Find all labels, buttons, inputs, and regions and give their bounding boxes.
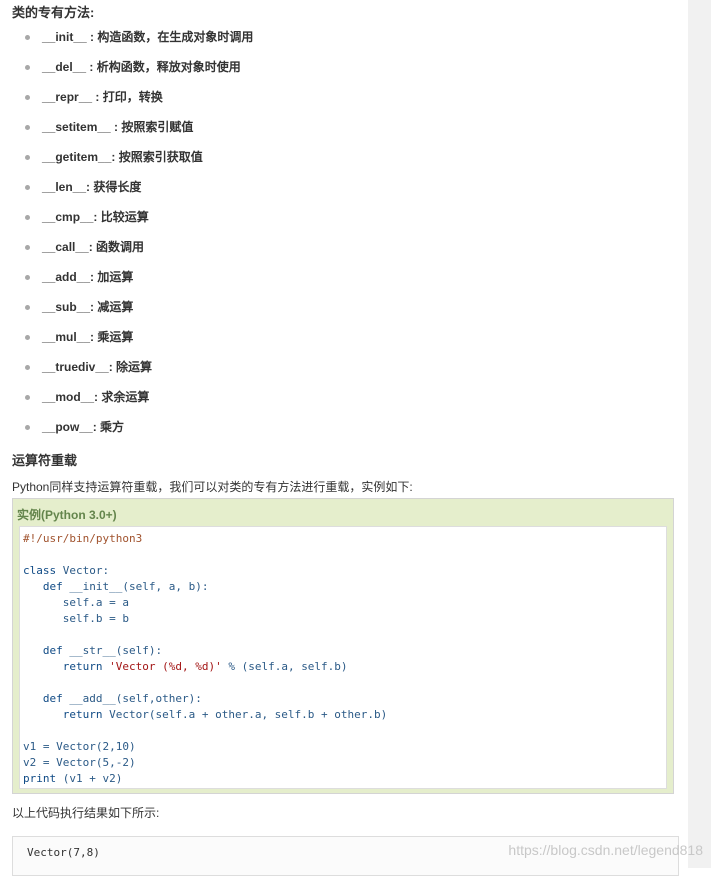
method-name: __repr__ bbox=[42, 90, 93, 104]
list-item: __mul__: 乘运算 bbox=[0, 322, 600, 352]
code-keyword: def bbox=[42, 644, 63, 657]
method-desc: : 构造函数，在生成对象时调用 bbox=[86, 30, 254, 44]
code-string: 'Vector (%d, %d)' bbox=[109, 660, 222, 673]
method-name: __len__ bbox=[42, 180, 87, 194]
list-item: __len__: 获得长度 bbox=[0, 172, 600, 202]
method-name: __call__ bbox=[42, 240, 89, 254]
watermark: https://blog.csdn.net/legend818 bbox=[508, 842, 703, 858]
code-keyword: print bbox=[23, 772, 57, 785]
list-item: __repr__ : 打印，转换 bbox=[0, 82, 600, 112]
code-signature: __str__(self): bbox=[62, 644, 163, 657]
method-desc: : 按照索引赋值 bbox=[110, 120, 194, 134]
code-line: v1 = Vector(2,10) bbox=[23, 740, 136, 753]
method-desc: : 减运算 bbox=[90, 300, 134, 314]
code-signature: __init__(self, a, b): bbox=[62, 580, 209, 593]
code-line: v2 = Vector(5,-2) bbox=[23, 756, 136, 769]
method-name: __getitem__ bbox=[42, 150, 112, 164]
method-name: __init__ bbox=[42, 30, 87, 44]
list-item: __setitem__ : 按照索引赋值 bbox=[0, 112, 600, 142]
list-item: __mod__: 求余运算 bbox=[0, 382, 600, 412]
method-name: __add__ bbox=[42, 270, 91, 284]
bullet-icon bbox=[25, 215, 30, 220]
method-name: __mod__ bbox=[42, 390, 95, 404]
method-desc: : 比较运算 bbox=[93, 210, 149, 224]
bullet-icon bbox=[25, 335, 30, 340]
method-name: __sub__ bbox=[42, 300, 91, 314]
bullet-icon bbox=[25, 305, 30, 310]
method-name: __mul__ bbox=[42, 330, 91, 344]
method-desc: : 乘运算 bbox=[90, 330, 134, 344]
method-name: __cmp__ bbox=[42, 210, 94, 224]
overload-intro: Python同样支持运算符重载，我们可以对类的专有方法进行重载，实例如下: bbox=[12, 480, 413, 494]
code-keyword: class bbox=[23, 564, 57, 577]
right-gutter bbox=[688, 0, 711, 868]
list-item: __add__: 加运算 bbox=[0, 262, 600, 292]
output-text: Vector(7,8) bbox=[27, 846, 100, 859]
code-line: Vector(self.a + other.a, self.b + other.… bbox=[102, 708, 388, 721]
code-keyword: def bbox=[42, 580, 63, 593]
example-title: 实例(Python 3.0+) bbox=[17, 508, 117, 522]
list-item: __truediv__: 除运算 bbox=[0, 352, 600, 382]
list-item: __getitem__: 按照索引获取值 bbox=[0, 142, 600, 172]
list-item: __init__ : 构造函数，在生成对象时调用 bbox=[0, 22, 600, 52]
result-label: 以上代码执行结果如下所示: bbox=[12, 806, 160, 820]
code-text: #!/usr/bin/python3 class Vector: def __i… bbox=[23, 531, 387, 787]
list-item: __cmp__: 比较运算 bbox=[0, 202, 600, 232]
code-line: self.a = a bbox=[62, 596, 129, 609]
code-keyword: return bbox=[62, 660, 103, 673]
bullet-icon bbox=[25, 185, 30, 190]
code-class-name: Vector: bbox=[56, 564, 110, 577]
method-desc: : 获得长度 bbox=[86, 180, 142, 194]
code-block[interactable]: #!/usr/bin/python3 class Vector: def __i… bbox=[19, 526, 667, 789]
list-item: __call__: 函数调用 bbox=[0, 232, 600, 262]
list-item: __del__ : 析构函数，释放对象时使用 bbox=[0, 52, 600, 82]
method-name: __truediv__ bbox=[42, 360, 109, 374]
method-name: __setitem__ bbox=[42, 120, 111, 134]
method-desc: : 求余运算 bbox=[94, 390, 150, 404]
code-line: self.b = b bbox=[62, 612, 129, 625]
method-desc: : 除运算 bbox=[108, 360, 153, 374]
method-desc: : 析构函数，释放对象时使用 bbox=[86, 60, 241, 74]
method-desc: : 乘方 bbox=[92, 420, 125, 434]
overload-heading: 运算符重载 bbox=[12, 453, 78, 468]
bullet-icon bbox=[25, 365, 30, 370]
section-title: 类的专有方法: bbox=[12, 5, 95, 20]
code-shebang: #!/usr/bin/python3 bbox=[23, 532, 143, 545]
method-name: __pow__ bbox=[42, 420, 93, 434]
bullet-icon bbox=[25, 125, 30, 130]
bullet-icon bbox=[25, 395, 30, 400]
method-desc: : 函数调用 bbox=[88, 240, 145, 254]
code-signature: __add__(self,other): bbox=[62, 692, 202, 705]
code-keyword: return bbox=[62, 708, 103, 721]
method-desc: : 加运算 bbox=[90, 270, 134, 284]
bullet-icon bbox=[25, 35, 30, 40]
bullet-icon bbox=[25, 155, 30, 160]
code-line: % (self.a, self.b) bbox=[221, 660, 348, 673]
method-name: __del__ bbox=[42, 60, 87, 74]
code-keyword: def bbox=[42, 692, 63, 705]
list-item: __pow__: 乘方 bbox=[0, 412, 600, 442]
method-desc: : 按照索引获取值 bbox=[111, 150, 203, 164]
code-line: (v1 + v2) bbox=[56, 772, 123, 785]
method-desc: : 打印，转换 bbox=[92, 90, 163, 104]
bullet-icon bbox=[25, 245, 30, 250]
bullet-icon bbox=[25, 65, 30, 70]
bullet-icon bbox=[25, 275, 30, 280]
article-content: 类的专有方法: __init__ : 构造函数，在生成对象时调用 __del__… bbox=[0, 0, 688, 876]
example-box: 实例(Python 3.0+) #!/usr/bin/python3 class… bbox=[12, 498, 674, 794]
list-item: __sub__: 减运算 bbox=[0, 292, 600, 322]
bullet-icon bbox=[25, 425, 30, 430]
bullet-icon bbox=[25, 95, 30, 100]
